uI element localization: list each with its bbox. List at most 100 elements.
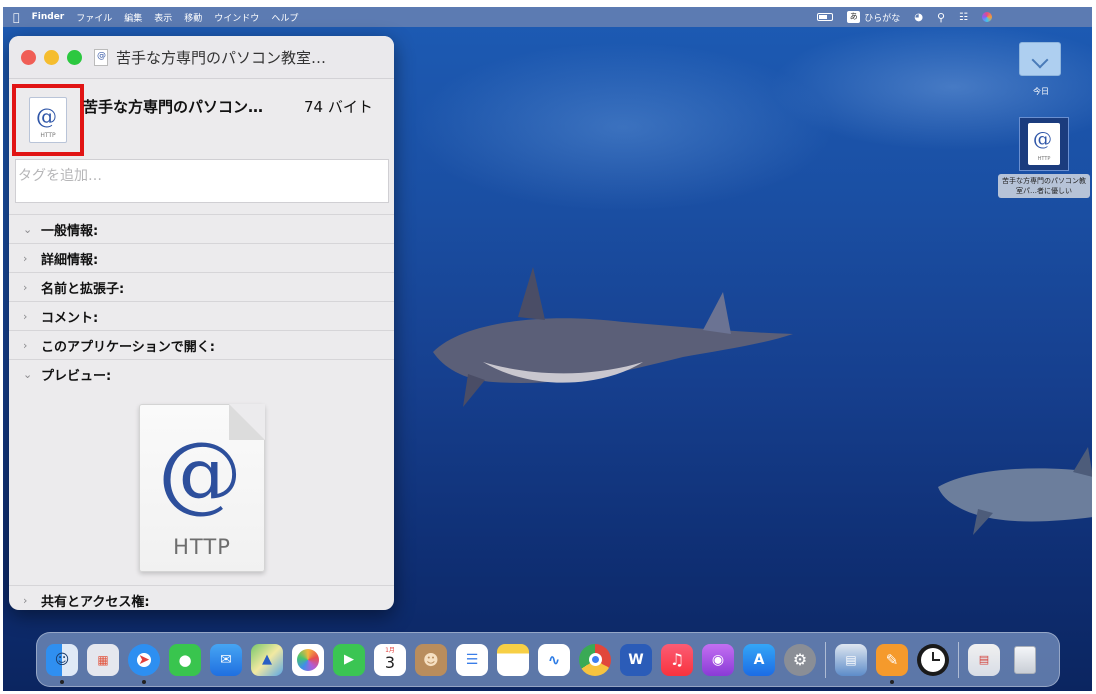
section-name-extension[interactable]: › 名前と拡張子: <box>9 272 394 301</box>
section-label: 一般情報: <box>41 223 99 239</box>
input-source[interactable]: あ ひらがな <box>847 11 900 24</box>
facetime-icon[interactable]: ▶ <box>333 643 365 676</box>
launchpad-icon[interactable]: ▦ <box>87 643 119 676</box>
section-preview[interactable]: ⌄ プレビュー: <box>9 359 394 388</box>
spotlight-search-icon[interactable]: ⚲ <box>937 11 945 24</box>
icon-type-label: HTTP <box>40 132 56 139</box>
desktop-file-selection: @ HTTP <box>1019 117 1069 171</box>
chevron-right-icon: › <box>23 309 28 323</box>
maps-icon[interactable]: ▲ <box>251 643 283 676</box>
section-label: プレビュー: <box>41 368 112 384</box>
tags-input[interactable]: タグを追加… <box>15 159 389 203</box>
section-label: 共有とアクセス権: <box>41 594 150 610</box>
close-button[interactable] <box>21 49 36 65</box>
menu-file[interactable]: ファイル <box>76 11 112 24</box>
section-label: コメント: <box>41 310 99 326</box>
chevron-down-icon: ⌄ <box>23 222 33 236</box>
file-name: 苦手な方専門のパソコン… <box>83 98 264 116</box>
siri-icon[interactable] <box>982 12 992 22</box>
running-indicator <box>60 679 64 684</box>
menu-go[interactable]: 移動 <box>184 11 202 24</box>
ime-badge: あ <box>847 11 861 23</box>
menu-view[interactable]: 表示 <box>154 11 172 24</box>
dock-separator <box>825 641 826 678</box>
folder-icon <box>1019 42 1061 76</box>
control-center-icon[interactable]: ☷ <box>959 12 968 23</box>
wallpaper-dolphin-right <box>938 447 1092 535</box>
chevron-right-icon: › <box>23 338 28 352</box>
info-header: @ HTTP 苦手な方専門のパソコン… 74 バイト <box>9 79 394 156</box>
preview-icon[interactable]: ▤ <box>835 643 867 676</box>
mail-icon[interactable]: ✉ <box>210 643 242 676</box>
at-sign-glyph: @ <box>36 105 57 129</box>
minimize-button[interactable] <box>44 49 59 65</box>
title-document-icon <box>94 48 108 66</box>
at-sign-glyph: @ <box>1033 128 1052 150</box>
info-sections: ⌄ 一般情報: › 詳細情報: › 名前と拡張子: › コメント: › このアプ… <box>9 214 394 388</box>
section-label: このアプリケーションで開く: <box>41 339 215 355</box>
section-comments[interactable]: › コメント: <box>9 301 394 330</box>
trash-icon[interactable] <box>1009 644 1041 676</box>
reminders-icon[interactable]: ☰ <box>456 643 488 676</box>
menu-window[interactable]: ウインドウ <box>214 11 259 24</box>
icon-type-label: HTTP <box>1037 156 1051 162</box>
status-menus: あ ひらがな ◕ ⚲ ☷ <box>817 7 992 27</box>
chevron-down-icon: ⌄ <box>23 367 33 381</box>
photos-icon[interactable] <box>292 643 324 676</box>
app-store-icon[interactable]: A <box>743 643 775 676</box>
running-indicator <box>142 679 146 684</box>
dock-separator <box>958 641 959 678</box>
http-document-icon: @ HTTP <box>1028 123 1060 165</box>
window-titlebar[interactable]: 苦手な方専門のパソコン教室… <box>9 36 394 79</box>
chrome-icon[interactable] <box>579 643 611 676</box>
menu-help[interactable]: ヘルプ <box>271 11 298 24</box>
section-open-with[interactable]: › このアプリケーションで開く: <box>9 330 394 359</box>
chevron-right-icon: › <box>23 593 28 607</box>
preview-pane: @ HTTP <box>9 388 394 588</box>
window-title: 苦手な方専門のパソコン教室… <box>116 48 327 67</box>
running-indicator <box>890 679 894 684</box>
at-sign-glyph: @ <box>158 424 242 522</box>
section-general[interactable]: ⌄ 一般情報: <box>9 214 394 243</box>
freeform-icon[interactable]: ∿ <box>538 643 570 676</box>
file-icon-highlight[interactable]: @ HTTP <box>12 84 84 156</box>
menu-edit[interactable]: 編集 <box>124 11 142 24</box>
word-icon[interactable]: W <box>620 643 652 676</box>
battery-icon[interactable] <box>817 13 834 21</box>
podcasts-icon[interactable]: ◉ <box>702 643 734 676</box>
finder-icon[interactable]: ☺ <box>46 643 78 684</box>
contacts-icon[interactable]: ☻ <box>415 643 447 676</box>
zoom-button[interactable] <box>67 49 82 65</box>
preview-type-label: HTTP <box>173 535 231 559</box>
file-size: 74 バイト <box>304 98 373 116</box>
desktop-folder-today[interactable]: 今日 <box>1019 42 1063 97</box>
menu-bar:  Finder ファイル 編集 表示 移動 ウインドウ ヘルプ あ ひらがな … <box>3 7 1092 27</box>
desktop-file-item[interactable]: @ HTTP 苦手な方専門のパソコン教室パ…者に優しい <box>997 117 1091 198</box>
get-info-window: 苦手な方専門のパソコン教室… @ HTTP 苦手な方専門のパソコン… 74 バイ… <box>9 36 394 610</box>
folder-label: 今日 <box>1033 87 1049 96</box>
pages-icon[interactable]: ✎ <box>876 643 908 684</box>
wifi-icon[interactable]: ◕ <box>914 12 923 23</box>
chevron-right-icon: › <box>23 280 28 294</box>
clock-icon[interactable] <box>917 643 949 676</box>
notes-icon[interactable] <box>497 643 529 676</box>
http-document-icon[interactable]: @ HTTP <box>29 97 67 143</box>
section-label: 詳細情報: <box>41 252 99 268</box>
section-label: 名前と拡張子: <box>41 281 125 297</box>
section-sharing-permissions[interactable]: › 共有とアクセス権: <box>9 585 394 610</box>
calendar-day: 3 <box>384 652 396 672</box>
calendar-icon[interactable]: 1月 3 <box>374 643 406 676</box>
section-more-info[interactable]: › 詳細情報: <box>9 243 394 272</box>
apple-menu-icon[interactable]:  <box>13 11 20 24</box>
downloads-stack-icon[interactable]: ▤ <box>968 643 1000 676</box>
safari-icon[interactable]: ➤ <box>128 643 160 684</box>
ime-label: ひらがな <box>864 13 901 24</box>
chevron-right-icon: › <box>23 251 28 265</box>
music-icon[interactable]: ♫ <box>661 643 693 676</box>
system-preferences-icon[interactable]: ⚙ <box>784 643 816 676</box>
menu-finder[interactable]: Finder <box>32 12 65 22</box>
http-document-preview-icon: @ HTTP <box>139 404 265 572</box>
desktop:  Finder ファイル 編集 表示 移動 ウインドウ ヘルプ あ ひらがな … <box>3 7 1092 691</box>
messages-icon[interactable]: ● <box>169 643 201 676</box>
wallpaper-dolphin-main <box>433 267 793 407</box>
